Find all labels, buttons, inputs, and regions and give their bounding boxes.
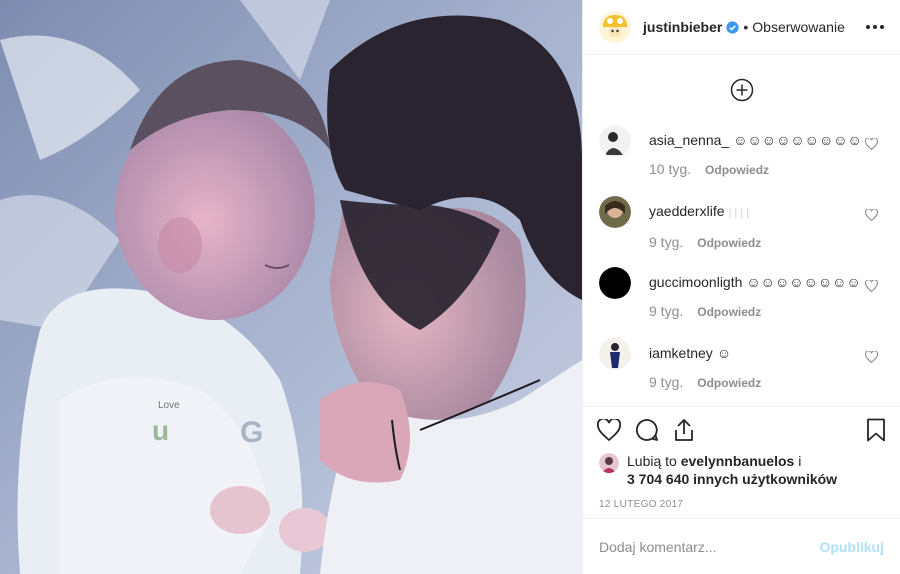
more-options-icon[interactable]	[866, 25, 884, 29]
comment-time[interactable]: 9 tyg.	[649, 303, 683, 319]
comment-like-heart-icon[interactable]	[865, 209, 878, 221]
comment-item: yaedderxlife | | | | 9 tyg. Odpowiedz	[583, 196, 900, 267]
likes-summary: Lubią to evelynnbanuelos i 3 704 640 inn…	[583, 452, 900, 490]
mushroom-avatar-icon	[599, 11, 631, 43]
comment-bubble-icon[interactable]	[635, 418, 659, 442]
comment-time[interactable]: 9 tyg.	[649, 234, 683, 250]
likes-joiner: i	[798, 453, 802, 469]
verified-badge-icon	[726, 20, 739, 34]
comment-input[interactable]	[599, 538, 812, 555]
comment-time[interactable]: 9 tyg.	[649, 374, 683, 390]
post-photo[interactable]: Love u G	[0, 0, 582, 574]
commenter-username[interactable]: guccimoonligth	[649, 274, 742, 290]
comment-text: ☺☺☺☺☺☺☺☺☺	[733, 132, 862, 148]
comment-like-heart-icon[interactable]	[865, 138, 878, 150]
likes-prefix: Lubią to	[627, 453, 677, 469]
liker-username[interactable]: evelynnbanuelos	[681, 453, 795, 469]
reply-button[interactable]: Odpowiedz	[697, 236, 761, 250]
liker-avatar[interactable]	[599, 453, 619, 473]
post-photo-image: Love u G	[0, 0, 582, 574]
likes-count[interactable]: 3 704 640 innych użytkowników	[627, 471, 837, 487]
reply-button[interactable]: Odpowiedz	[705, 163, 769, 177]
comments-list: asia_nenna_ ☺☺☺☺☺☺☺☺☺ 10 tyg. Odpowiedz ya…	[583, 55, 900, 406]
post-modal: Love u G justinbieber • Obserwowanie asi…	[0, 0, 900, 574]
header-separator: •	[743, 19, 749, 35]
comment-text: ☺☺☺☺☺☺☺☺	[746, 274, 861, 290]
svg-text:u: u	[152, 415, 169, 446]
commenter-avatar[interactable]	[599, 196, 631, 228]
like-heart-icon[interactable]	[597, 418, 621, 441]
bookmark-save-icon[interactable]	[866, 418, 886, 442]
add-comment-bar: Opublikuj	[583, 518, 900, 574]
share-icon[interactable]	[673, 418, 695, 442]
post-comment-button[interactable]: Opublikuj	[819, 539, 884, 555]
comment-like-heart-icon[interactable]	[865, 280, 878, 292]
comment-item: asia_nenna_ ☺☺☺☺☺☺☺☺☺ 10 tyg. Odpowiedz	[583, 125, 900, 196]
post-actions-bar	[583, 406, 900, 452]
comment-item: iamketney ☺ 9 tyg. Odpowiedz	[583, 338, 900, 406]
comment-item: guccimoonligth ☺☺☺☺☺☺☺☺ 9 tyg. Odpowiedz	[583, 267, 900, 338]
commenter-username[interactable]: iamketney	[649, 345, 713, 361]
plus-circle-icon	[730, 78, 753, 102]
post-header: justinbieber • Obserwowanie	[583, 0, 900, 55]
commenter-username[interactable]: asia_nenna_	[649, 132, 729, 148]
commenter-avatar[interactable]	[599, 125, 631, 157]
commenter-username[interactable]: yaedderxlife	[649, 203, 725, 219]
reply-button[interactable]: Odpowiedz	[697, 305, 761, 319]
reply-button[interactable]: Odpowiedz	[697, 376, 761, 390]
commenter-avatar[interactable]	[599, 267, 631, 299]
comment-text: ☺	[716, 345, 732, 361]
following-button[interactable]: Obserwowanie	[752, 19, 845, 35]
svg-text:G: G	[240, 416, 263, 449]
svg-text:Love: Love	[158, 400, 180, 411]
comment-text: | | | |	[728, 207, 750, 219]
post-sidebar: justinbieber • Obserwowanie asia_nenna_ …	[582, 0, 900, 574]
comment-time[interactable]: 10 tyg.	[649, 161, 691, 177]
commenter-avatar[interactable]	[599, 338, 631, 370]
load-more-comments-button[interactable]	[583, 55, 900, 125]
author-username[interactable]: justinbieber	[643, 19, 722, 35]
author-avatar[interactable]	[599, 11, 631, 43]
comment-like-heart-icon[interactable]	[865, 351, 878, 363]
post-date[interactable]: 12 LUTEGO 2017	[583, 490, 900, 518]
